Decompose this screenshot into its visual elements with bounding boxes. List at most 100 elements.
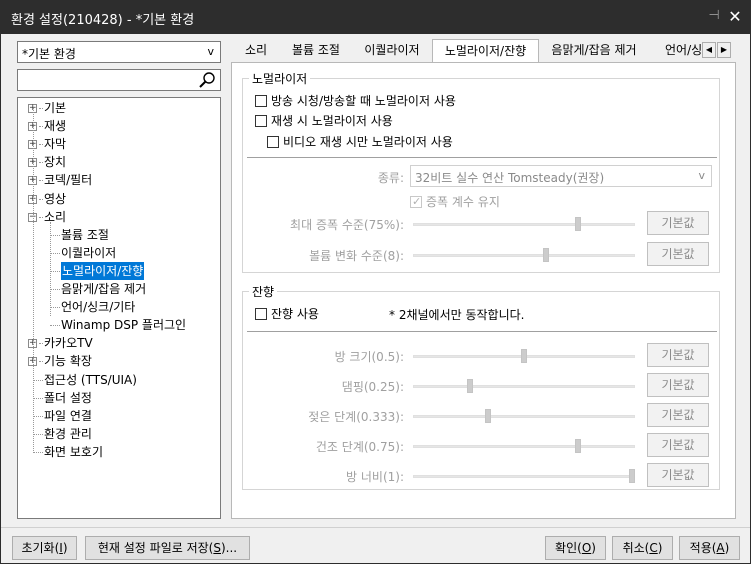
normalizer-type-select[interactable]: 32비트 실수 연산 Tomsteady(권장) v [410,165,712,187]
search-icon[interactable] [198,71,218,89]
reverb-slider-label: 방 너비(1): [346,470,404,484]
tree-item-label: 소리 [44,209,67,224]
reverb-slider[interactable] [413,439,635,453]
tree-connector [50,289,60,290]
pin-icon[interactable]: ⊣ [707,9,721,23]
reset-button[interactable]: 초기화(I) [12,536,77,560]
ok-button-label: 확인( [555,541,582,555]
reverb-default-button[interactable]: 기본값 [647,343,709,367]
preset-value: *기본 환경 [22,47,76,61]
reverb-default-button[interactable]: 기본값 [647,403,709,427]
tree-item-label: 파일 연결 [44,408,92,423]
tree-item-label: 볼륨 조절 [61,227,109,242]
checkbox-label: 잔향 사용 [271,307,319,321]
tree-item[interactable]: 언어/싱크/기타 [18,298,218,316]
tree-connector [50,307,60,309]
slider-thumb[interactable] [575,217,581,231]
checkbox-box[interactable] [410,194,422,210]
tree-item[interactable]: − 소리 [18,208,218,226]
reverb-slider[interactable] [413,379,635,393]
tree-item[interactable]: + 영상 [18,190,218,208]
slider-thumb[interactable] [575,439,581,453]
tab-1[interactable]: 볼륨 조절 [281,41,351,61]
slider-thumb[interactable] [485,409,491,423]
reverb-default-button[interactable]: 기본값 [647,463,709,487]
tree-item[interactable]: + 카카오TV [18,334,218,352]
apply-button-key: A [716,541,725,555]
volume-change-slider[interactable] [413,248,635,262]
checkbox-box[interactable] [255,95,267,107]
normalizer-type-label: 종류: [377,171,404,185]
settings-tree[interactable]: + 기본 + 재생 + 자막 + 장치 + 코덱/필터 + 영상 − 소리 볼륨 조절이퀄라이저 노멀라이저/… [17,97,221,519]
reverb-slider-label: 건조 단계(0.75): [315,440,404,454]
reverb-enable-checkbox[interactable]: 잔향 사용 [255,306,375,322]
tree-item[interactable]: + 재생 [18,117,218,135]
tree-item[interactable]: 파일 연결 [18,407,218,425]
tree-item[interactable]: 폴더 설정 [18,389,218,407]
tree-item-label: 기능 확장 [44,354,92,369]
preset-dropdown[interactable]: *기본 환경 v [17,41,221,63]
checkbox-box[interactable] [255,308,267,320]
reverb-slider[interactable] [413,469,635,483]
volume-change-default-button[interactable]: 기본값 [647,242,709,266]
checkbox-label: 비디오 재생 시만 노멀라이저 사용 [283,135,453,149]
tree-item[interactable]: 접근성 (TTS/UIA) [18,371,218,389]
keep-gain-checkbox[interactable]: 증폭 계수 유지 [410,194,610,210]
checkbox-box[interactable] [267,136,279,148]
tree-item[interactable]: + 기본 [18,99,218,117]
tree-item[interactable]: + 자막 [18,135,218,153]
normalizer-group-title: 노멀라이저 [249,70,311,87]
slider-thumb[interactable] [521,349,527,363]
tab-3[interactable]: 노멀라이저/잔향 [432,39,539,63]
checkbox-box[interactable] [255,115,267,127]
search-input[interactable] [17,69,221,91]
apply-button[interactable]: 적용(A) [679,536,740,560]
reverb-default-button[interactable]: 기본값 [647,373,709,397]
title-bar[interactable]: 환경 설정(210428) - *기본 환경 ⊣ ✕ [1,1,750,34]
cancel-button[interactable]: 취소(C) [612,536,673,560]
tree-item[interactable]: 이퀄라이저 [18,244,218,262]
tree-item[interactable]: + 장치 [18,153,218,171]
tree-connector [39,126,43,128]
tree-connector [33,379,43,381]
tree-connector [33,415,43,417]
tree-item[interactable]: + 코덱/필터 [18,171,218,189]
close-icon[interactable]: ✕ [727,9,743,25]
max-gain-slider[interactable] [413,217,635,231]
save-button-tail: )... [221,541,238,555]
tree-connector [50,221,51,317]
playback-normalizer-checkbox[interactable]: 재생 시 노멀라이저 사용 [255,113,555,129]
tree-item[interactable]: 노멀라이저/잔향 [18,261,218,280]
tree-item[interactable]: + 기능 확장 [18,352,218,370]
tab-panel-normalizer-reverb: 노멀라이저 방송 시청/방송할 때 노멀라이저 사용 재생 시 노멀라이저 사용… [231,62,736,519]
tree-item[interactable]: Winamp DSP 플러그인 [18,316,218,334]
tree-item-label: 기본 [44,101,67,115]
tab-4[interactable]: 음맑게/잡음 제거 [540,41,648,61]
slider-thumb[interactable] [467,379,473,393]
reverb-slider[interactable] [413,409,635,423]
reverb-default-button[interactable]: 기본값 [647,433,709,457]
tab-scroll-right-icon[interactable]: ▶ [717,42,731,58]
checkbox-label: 증폭 계수 유지 [426,195,500,209]
slider-track [413,385,635,388]
tab-scroll-left-icon[interactable]: ◀ [702,42,716,58]
tree-item[interactable]: 음맑게/잡음 제거 [18,280,218,298]
tab-2[interactable]: 이퀄라이저 [353,41,431,61]
tree-item[interactable]: 볼륨 조절 [18,226,218,244]
tab-0[interactable]: 소리 [231,41,281,61]
slider-thumb[interactable] [543,248,549,262]
save-settings-file-button[interactable]: 현재 설정 파일로 저장(S)... [85,536,250,560]
tree-item-label: 장치 [44,155,67,170]
tree-connector [50,270,60,272]
tree-item[interactable]: 화면 보호기 [18,443,218,461]
slider-track [413,475,635,478]
broadcast-normalizer-checkbox[interactable]: 방송 시청/방송할 때 노멀라이저 사용 [255,93,555,109]
slider-thumb[interactable] [629,469,635,483]
reverb-slider[interactable] [413,349,635,363]
tree-connector [39,343,43,345]
tree-item[interactable]: 환경 관리 [18,425,218,443]
max-gain-default-button[interactable]: 기본값 [647,211,709,235]
ok-button[interactable]: 확인(O) [545,536,606,560]
reverb-slider-label: 방 크기(0.5): [334,350,404,364]
video-only-normalizer-checkbox[interactable]: 비디오 재생 시만 노멀라이저 사용 [267,134,567,150]
